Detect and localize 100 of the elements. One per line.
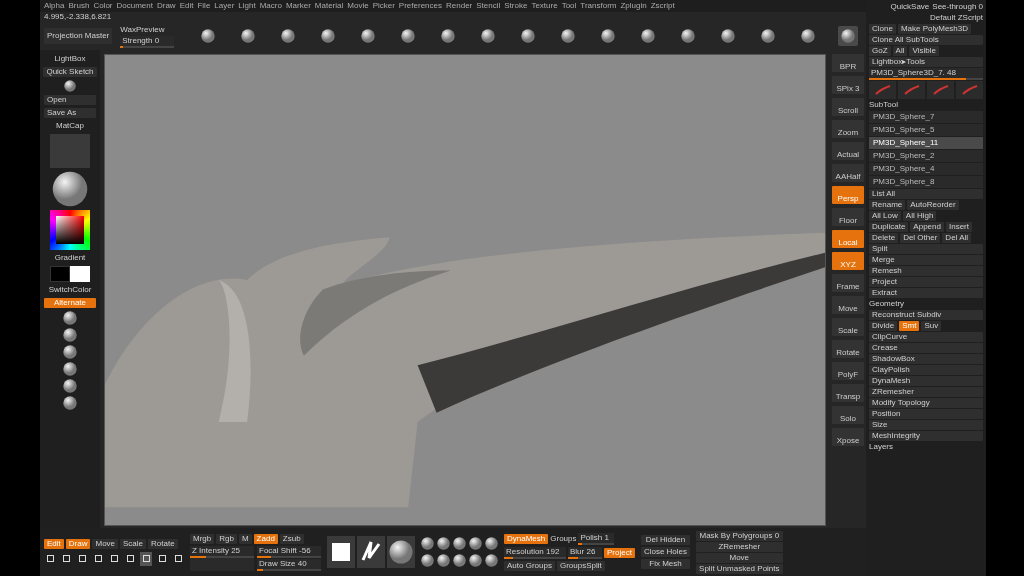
view-tool-button[interactable]: Rotate — [832, 340, 864, 358]
save-as-button[interactable]: Save As — [44, 108, 96, 118]
material-button[interactable] — [63, 362, 77, 376]
geometry-section-button[interactable]: Position — [869, 409, 983, 419]
menu-item[interactable]: Transform — [580, 1, 617, 11]
menu-item[interactable]: Material — [314, 1, 344, 11]
insert-button[interactable]: Insert — [945, 222, 972, 232]
geometry-section-button[interactable]: Crease — [869, 343, 983, 353]
tool-thumbnail[interactable] — [927, 81, 954, 99]
zremesher-button[interactable]: ZRemesher — [696, 541, 783, 552]
clone-button[interactable]: Clone — [869, 24, 896, 34]
mode-button[interactable]: Scale — [120, 538, 147, 549]
geometry-section-button[interactable]: MeshIntegrity — [869, 431, 983, 441]
del-all-button[interactable]: Del All — [942, 233, 972, 243]
draw-size-slider[interactable]: Draw Size 40 — [257, 558, 321, 571]
menu-item[interactable]: Brush — [68, 1, 90, 11]
color-picker[interactable] — [50, 210, 90, 250]
view-tool-button[interactable]: Scale — [832, 318, 864, 336]
brush-button[interactable] — [485, 554, 498, 567]
menu-item[interactable]: Light — [238, 1, 256, 11]
z-intensity-slider[interactable]: Z Intensity 25 — [190, 545, 254, 571]
brush-button[interactable] — [198, 26, 218, 46]
material-button[interactable] — [63, 311, 77, 325]
brush-button[interactable] — [421, 554, 434, 567]
view-tool-button[interactable]: PolyF — [832, 362, 864, 380]
clone-all-button[interactable]: Clone All SubTools — [869, 35, 983, 45]
menu-item[interactable]: Tool — [561, 1, 577, 11]
menu-item[interactable]: Zplugin — [620, 1, 647, 11]
all-high-button[interactable]: All High — [902, 211, 937, 221]
brush-button[interactable] — [238, 26, 258, 46]
goz-button[interactable]: GoZ — [869, 46, 891, 56]
canvas[interactable] — [104, 54, 826, 526]
subtool-item[interactable]: PM3D_Sphere_5 — [869, 124, 983, 136]
texture-swatch[interactable] — [50, 134, 90, 168]
duplicate-button[interactable]: Duplicate — [869, 222, 909, 232]
subtool-item[interactable]: PM3D_Sphere_4 — [869, 163, 983, 175]
view-tool-button[interactable]: Move — [832, 296, 864, 314]
quick-sketch-button[interactable]: Quick Sketch — [43, 67, 97, 77]
all-button[interactable]: All — [892, 46, 908, 56]
material-button[interactable] — [63, 328, 77, 342]
auto-groups-button[interactable]: Auto Groups — [504, 561, 555, 571]
menu-item[interactable]: Draw — [156, 1, 176, 11]
geometry-section-button[interactable]: ClayPolish — [869, 365, 983, 375]
menu-item[interactable]: Alpha — [44, 1, 65, 11]
append-button[interactable]: Append — [910, 222, 944, 232]
geometry-section-button[interactable]: Size — [869, 420, 983, 430]
brush-button[interactable] — [638, 26, 658, 46]
material-button[interactable] — [63, 396, 77, 410]
brush-button[interactable] — [758, 26, 778, 46]
brush-button[interactable] — [485, 537, 498, 550]
subtool-action-button[interactable]: Project — [869, 277, 983, 287]
material-thumbnail[interactable] — [387, 536, 415, 568]
menu-item[interactable]: Render — [446, 1, 473, 11]
menu-item[interactable]: Stencil — [476, 1, 501, 11]
all-low-button[interactable]: All Low — [869, 211, 901, 221]
brush-button[interactable] — [558, 26, 578, 46]
subtool-item[interactable]: PM3D_Sphere_7 — [869, 111, 983, 123]
brush-button[interactable] — [469, 554, 482, 567]
brush-button[interactable] — [469, 537, 482, 550]
brush-button[interactable] — [518, 26, 538, 46]
brush-button[interactable] — [718, 26, 738, 46]
fix-mesh-button[interactable]: Fix Mesh — [640, 559, 691, 569]
view-tool-button[interactable]: Zoom — [832, 120, 864, 138]
strength-slider[interactable]: Strength 0 — [120, 35, 175, 48]
menu-item[interactable]: Color — [93, 1, 113, 11]
view-tool-button[interactable]: Floor — [832, 208, 864, 226]
lightbox-tools-button[interactable]: Lightbox▸Tools — [869, 57, 983, 67]
tool-thumbnail[interactable] — [869, 81, 896, 99]
geometry-section-button[interactable]: ClipCurve — [869, 332, 983, 342]
brush-button[interactable] — [678, 26, 698, 46]
current-tool-slider[interactable]: PM3D_Sphere3D_7. 48 — [869, 68, 983, 80]
menu-item[interactable]: Edit — [179, 1, 194, 11]
alpha-thumbnail[interactable] — [327, 536, 355, 568]
projection-master-button[interactable]: Projection Master — [44, 28, 113, 44]
brush-button[interactable] — [318, 26, 338, 46]
view-tool-button[interactable]: BPR — [832, 54, 864, 72]
secondary-color-swatch[interactable] — [70, 266, 90, 282]
list-all-button[interactable]: List All — [869, 189, 983, 199]
view-tool-button[interactable]: SPix 3 — [832, 76, 864, 94]
tool-thumbnail[interactable] — [898, 81, 925, 99]
subtool-item[interactable]: PM3D_Sphere_8 — [869, 176, 983, 188]
menu-item[interactable]: Stroke — [504, 1, 528, 11]
brush-button[interactable] — [358, 26, 378, 46]
material-button[interactable] — [63, 345, 77, 359]
geometry-section-button[interactable]: ShadowBox — [869, 354, 983, 364]
brush-button[interactable] — [421, 537, 434, 550]
mask-polygroups-button[interactable]: Mask By Polygroups 0 — [696, 530, 783, 541]
focal-shift-slider[interactable]: Focal Shift -56 — [257, 545, 321, 558]
blur-slider[interactable]: Blur 26 — [568, 547, 602, 559]
autoreorder-button[interactable]: AutoReorder — [907, 200, 959, 210]
subtool-action-button[interactable]: Remesh — [869, 266, 983, 276]
view-tool-button[interactable]: Actual — [832, 142, 864, 160]
subtool-item[interactable]: PM3D_Sphere_11 — [869, 137, 983, 149]
del-hidden-button[interactable]: Del Hidden — [640, 535, 691, 545]
divide-option-button[interactable]: Suv — [921, 321, 942, 331]
m-button[interactable]: M — [238, 533, 252, 544]
brush-button[interactable] — [453, 554, 466, 567]
polish-slider[interactable]: Polish 1 — [578, 533, 615, 545]
menu-item[interactable]: Marker — [285, 1, 311, 11]
geometry-section-button[interactable]: DynaMesh — [869, 376, 983, 386]
